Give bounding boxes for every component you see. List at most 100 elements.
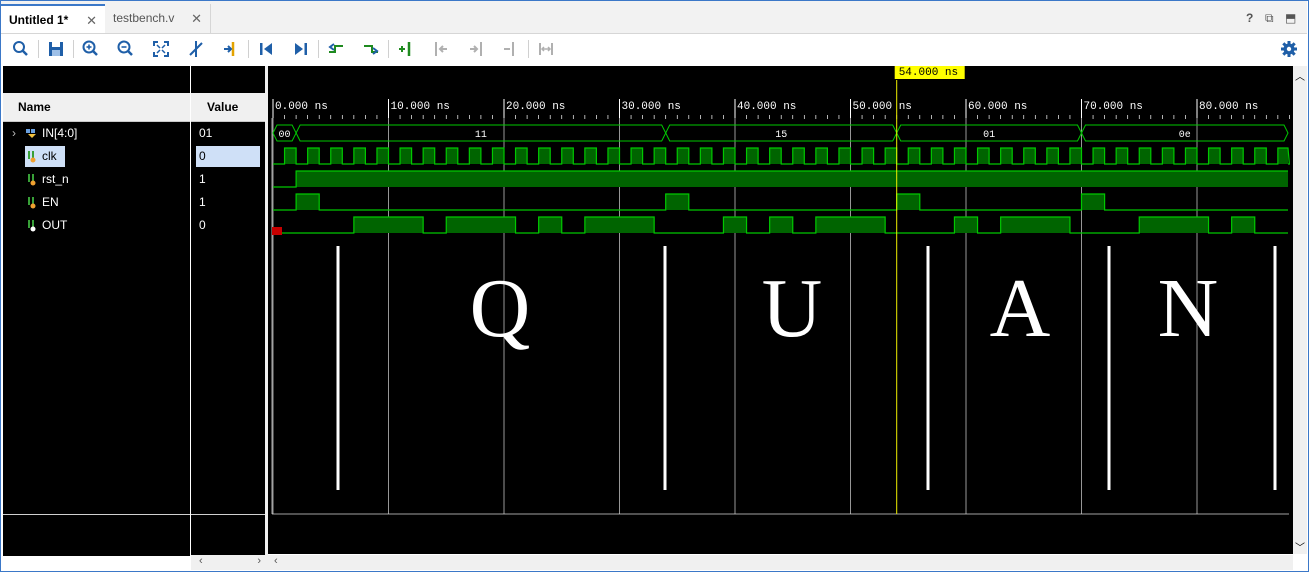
prev-transition-icon[interactable]: [325, 38, 347, 60]
scroll-down-icon[interactable]: ﹀: [1295, 539, 1305, 554]
bit-icon: [28, 151, 36, 163]
clk-high-fill: [885, 148, 897, 164]
zoom-in-icon[interactable]: [80, 38, 102, 60]
clk-high-fill: [515, 148, 528, 164]
gear-icon[interactable]: [1278, 38, 1300, 60]
prev-marker-icon[interactable]: [430, 38, 452, 60]
scroll-left-icon[interactable]: ‹: [274, 555, 278, 567]
value-clk: 0: [196, 146, 260, 167]
scroll-up-icon[interactable]: ︿: [1295, 68, 1305, 83]
bus-value-label: 00: [279, 130, 291, 141]
bus-value-label: 15: [775, 130, 787, 141]
toolbar-separator: [318, 40, 319, 58]
out-high-fill: [723, 217, 747, 233]
chevron-right-icon[interactable]: ›: [12, 123, 16, 144]
tab-untitled-1[interactable]: Untitled 1* ✕: [1, 4, 105, 33]
out-undefined-marker: [272, 227, 282, 235]
value-header-label: Value: [207, 100, 239, 114]
value-rst-n: 1: [199, 172, 206, 186]
name-header-label: Name: [18, 100, 51, 114]
out-high-fill: [954, 217, 978, 233]
divider: [191, 514, 265, 515]
clk-high-fill: [862, 148, 874, 164]
en-trace: [273, 193, 1288, 211]
bus-value-label: 0e: [1179, 130, 1191, 141]
go-last-icon[interactable]: [290, 38, 312, 60]
value-horizontal-scrollbar[interactable]: ‹ ›: [191, 555, 265, 570]
clk-high-fill: [746, 148, 759, 164]
value-pane: Value 01 0 1 1 0: [191, 66, 265, 556]
close-icon[interactable]: ✕: [86, 6, 97, 35]
toolbar: [1, 34, 1307, 64]
no-cursor-icon[interactable]: [185, 38, 207, 60]
zoom-out-icon[interactable]: [115, 38, 137, 60]
value-out: 0: [199, 218, 206, 232]
next-transition-icon[interactable]: [360, 38, 382, 60]
zoom-fit-icon[interactable]: [150, 38, 172, 60]
clk-high-fill: [492, 148, 504, 164]
range-icon[interactable]: [535, 38, 557, 60]
marker-icon[interactable]: [220, 38, 242, 60]
clk-high-fill: [446, 148, 458, 164]
clk-high-fill: [1254, 148, 1267, 164]
help-icon[interactable]: ?: [1246, 11, 1253, 25]
search-icon[interactable]: [10, 38, 32, 60]
en-high-fill: [296, 194, 320, 210]
next-marker-icon[interactable]: [465, 38, 487, 60]
clk-high-fill: [631, 148, 643, 164]
clk-high-fill: [330, 148, 343, 164]
toolbar-separator: [528, 40, 529, 58]
en-high-fill: [1081, 194, 1105, 210]
clk-high-fill: [1231, 148, 1244, 164]
clk-high-fill: [792, 148, 805, 164]
ruler-tick-label: 50.000 ns: [853, 101, 912, 113]
clk-high-fill: [1023, 148, 1036, 164]
signal-row-out[interactable]: OUT: [25, 215, 185, 236]
maximize-icon[interactable]: ⬒: [1285, 11, 1296, 25]
save-icon[interactable]: [45, 38, 67, 60]
bit-icon: [28, 197, 36, 209]
clk-high-fill: [931, 148, 943, 164]
signal-row-clk[interactable]: clk: [25, 146, 65, 167]
wave-horizontal-scrollbar[interactable]: ‹: [268, 555, 1293, 570]
scroll-left-icon[interactable]: ‹: [199, 555, 203, 567]
clk-high-fill: [1185, 148, 1197, 164]
tab-testbench[interactable]: testbench.v ✕: [105, 4, 211, 33]
out-high-fill: [446, 217, 516, 233]
vertical-scrollbar[interactable]: ︿ ﹀: [1293, 66, 1307, 554]
toolbar-separator: [38, 40, 39, 58]
clk-high-fill: [307, 148, 320, 164]
out-high-fill: [1139, 217, 1209, 233]
waveform-pane[interactable]: 0.000 ns 10.000 ns 20.000 ns 30.000 ns 40.00…: [268, 64, 1293, 554]
signal-row-en[interactable]: EN: [25, 192, 185, 213]
clk-high-fill: [1069, 148, 1082, 164]
signal-name: OUT: [42, 218, 68, 232]
scroll-right-icon[interactable]: ›: [257, 555, 261, 567]
go-first-icon[interactable]: [255, 38, 277, 60]
name-column-header[interactable]: Name: [3, 93, 190, 122]
ruler-tick-label: 60.000 ns: [968, 101, 1027, 113]
bus-value-label: 01: [983, 130, 995, 141]
restore-icon[interactable]: ⧉: [1265, 11, 1274, 26]
value-column-header[interactable]: Value: [191, 93, 265, 122]
clk-high-fill: [1139, 148, 1151, 164]
signal-row-rst-n[interactable]: rst_n: [25, 169, 185, 190]
clk-high-fill: [1116, 148, 1128, 164]
clk-high-fill: [815, 148, 828, 164]
ruler-tick-label: 80.000 ns: [1199, 101, 1258, 113]
signal-name: rst_n: [42, 172, 69, 186]
add-marker-icon[interactable]: [395, 38, 417, 60]
value-in: 01: [199, 126, 213, 140]
clk-high-fill: [400, 148, 412, 164]
signal-row-in[interactable]: › IN[4:0]: [3, 123, 190, 144]
swap-markers-icon[interactable]: [500, 38, 522, 60]
bit-icon: [28, 174, 36, 186]
cursor-time-label: 54.000 ns: [899, 67, 958, 79]
clk-high-fill: [677, 148, 689, 164]
close-icon[interactable]: ✕: [191, 4, 202, 33]
clk-high-fill: [1000, 148, 1013, 164]
overlay-letter: U: [762, 262, 823, 355]
overlay-letter: Q: [470, 262, 531, 355]
clk-high-fill: [584, 148, 597, 164]
clk-high-fill: [977, 148, 990, 164]
